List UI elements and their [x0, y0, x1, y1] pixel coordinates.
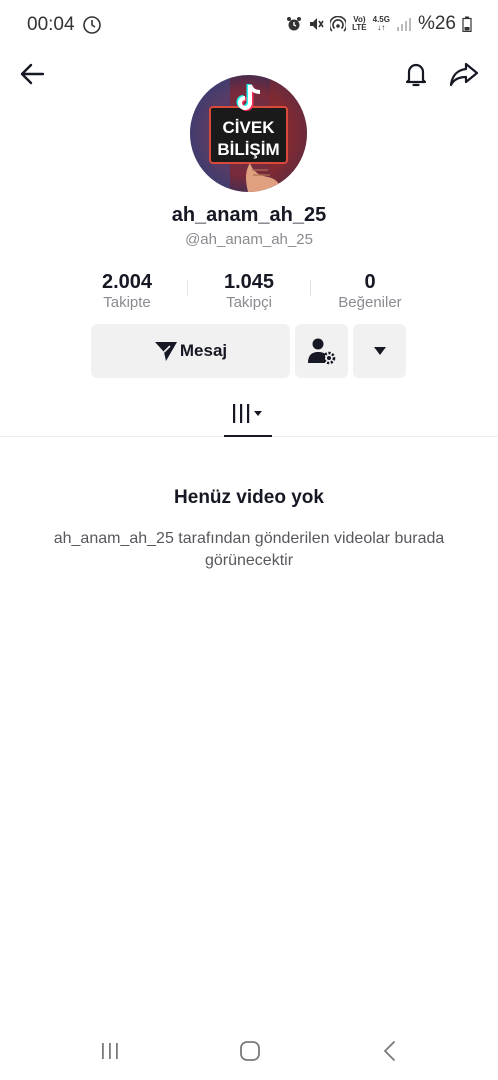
- username: ah_anam_ah_25: [171, 204, 327, 226]
- profile-actions: Mesaj: [0, 324, 498, 378]
- system-navigation: [0, 1028, 498, 1072]
- recent-apps-icon: [102, 1043, 118, 1059]
- system-back-button[interactable]: [376, 1038, 404, 1064]
- profile-stats: 2.004 Takipte 1.045 Takipçi 0 Beğeniler: [0, 271, 498, 313]
- volte-indicator: Vo) LTE: [352, 15, 367, 32]
- stat-label: Takipçi: [226, 294, 272, 311]
- user-settings-icon: [307, 338, 335, 365]
- battery-percent: %26: [417, 13, 456, 34]
- bell-icon: [405, 63, 427, 87]
- stat-label: Takipte: [103, 294, 151, 311]
- alarm-icon: [287, 17, 302, 31]
- stat-divider: [187, 280, 188, 296]
- tab-indicator: [224, 435, 272, 437]
- status-time: 00:04: [27, 14, 75, 35]
- follow-settings-button[interactable]: [295, 324, 348, 378]
- status-bar: 00:04 Vo) LTE 4.5G ↓↑ %26: [0, 0, 498, 50]
- notifications-button[interactable]: [398, 56, 434, 92]
- avatar-text-line1: CİVEK: [223, 118, 276, 137]
- grid-lines-icon: [233, 404, 262, 423]
- battery-icon: [462, 16, 472, 32]
- arrow-left-icon: [20, 63, 45, 85]
- message-button[interactable]: Mesaj: [91, 324, 290, 378]
- message-button-label: Mesaj: [179, 341, 228, 360]
- avatar-image: CİVEK BİLİŞİM: [190, 75, 307, 192]
- user-handle: @ah_anam_ah_25: [185, 231, 313, 248]
- caret-down-icon: [373, 347, 386, 355]
- recent-apps-button[interactable]: [96, 1038, 124, 1064]
- empty-state-description: ah_anam_ah_25 tarafından gönderilen vide…: [53, 530, 445, 569]
- stat-following[interactable]: 2.004 Takipte: [67, 271, 187, 313]
- chevron-left-icon: [384, 1041, 395, 1061]
- stat-value: 0: [364, 271, 376, 293]
- home-button[interactable]: [236, 1038, 264, 1064]
- avatar[interactable]: CİVEK BİLİŞİM: [190, 75, 307, 192]
- mute-icon: [310, 18, 324, 30]
- content-tabs: [0, 395, 498, 437]
- avatar-text-line2: BİLİŞİM: [217, 140, 279, 159]
- back-button[interactable]: [14, 56, 50, 92]
- tab-videos[interactable]: [224, 395, 272, 437]
- network-gen-indicator: 4.5G ↓↑: [372, 15, 390, 32]
- stat-value: 2.004: [101, 271, 153, 293]
- signal-icon: [396, 18, 411, 31]
- share-icon: [449, 62, 479, 87]
- stat-label: Beğeniler: [338, 294, 402, 311]
- send-icon: [154, 342, 177, 361]
- status-icons: Vo) LTE 4.5G ↓↑ %26: [286, 13, 472, 35]
- stat-followers[interactable]: 1.045 Takipçi: [189, 271, 309, 313]
- share-button[interactable]: [446, 56, 482, 92]
- more-button[interactable]: [353, 324, 406, 378]
- hotspot-icon: [330, 16, 347, 32]
- stat-value: 1.045: [223, 271, 275, 293]
- home-icon: [240, 1041, 260, 1061]
- empty-state-title: Henüz video yok: [174, 487, 324, 508]
- clock-icon: [83, 16, 101, 34]
- stat-likes[interactable]: 0 Beğeniler: [310, 271, 430, 313]
